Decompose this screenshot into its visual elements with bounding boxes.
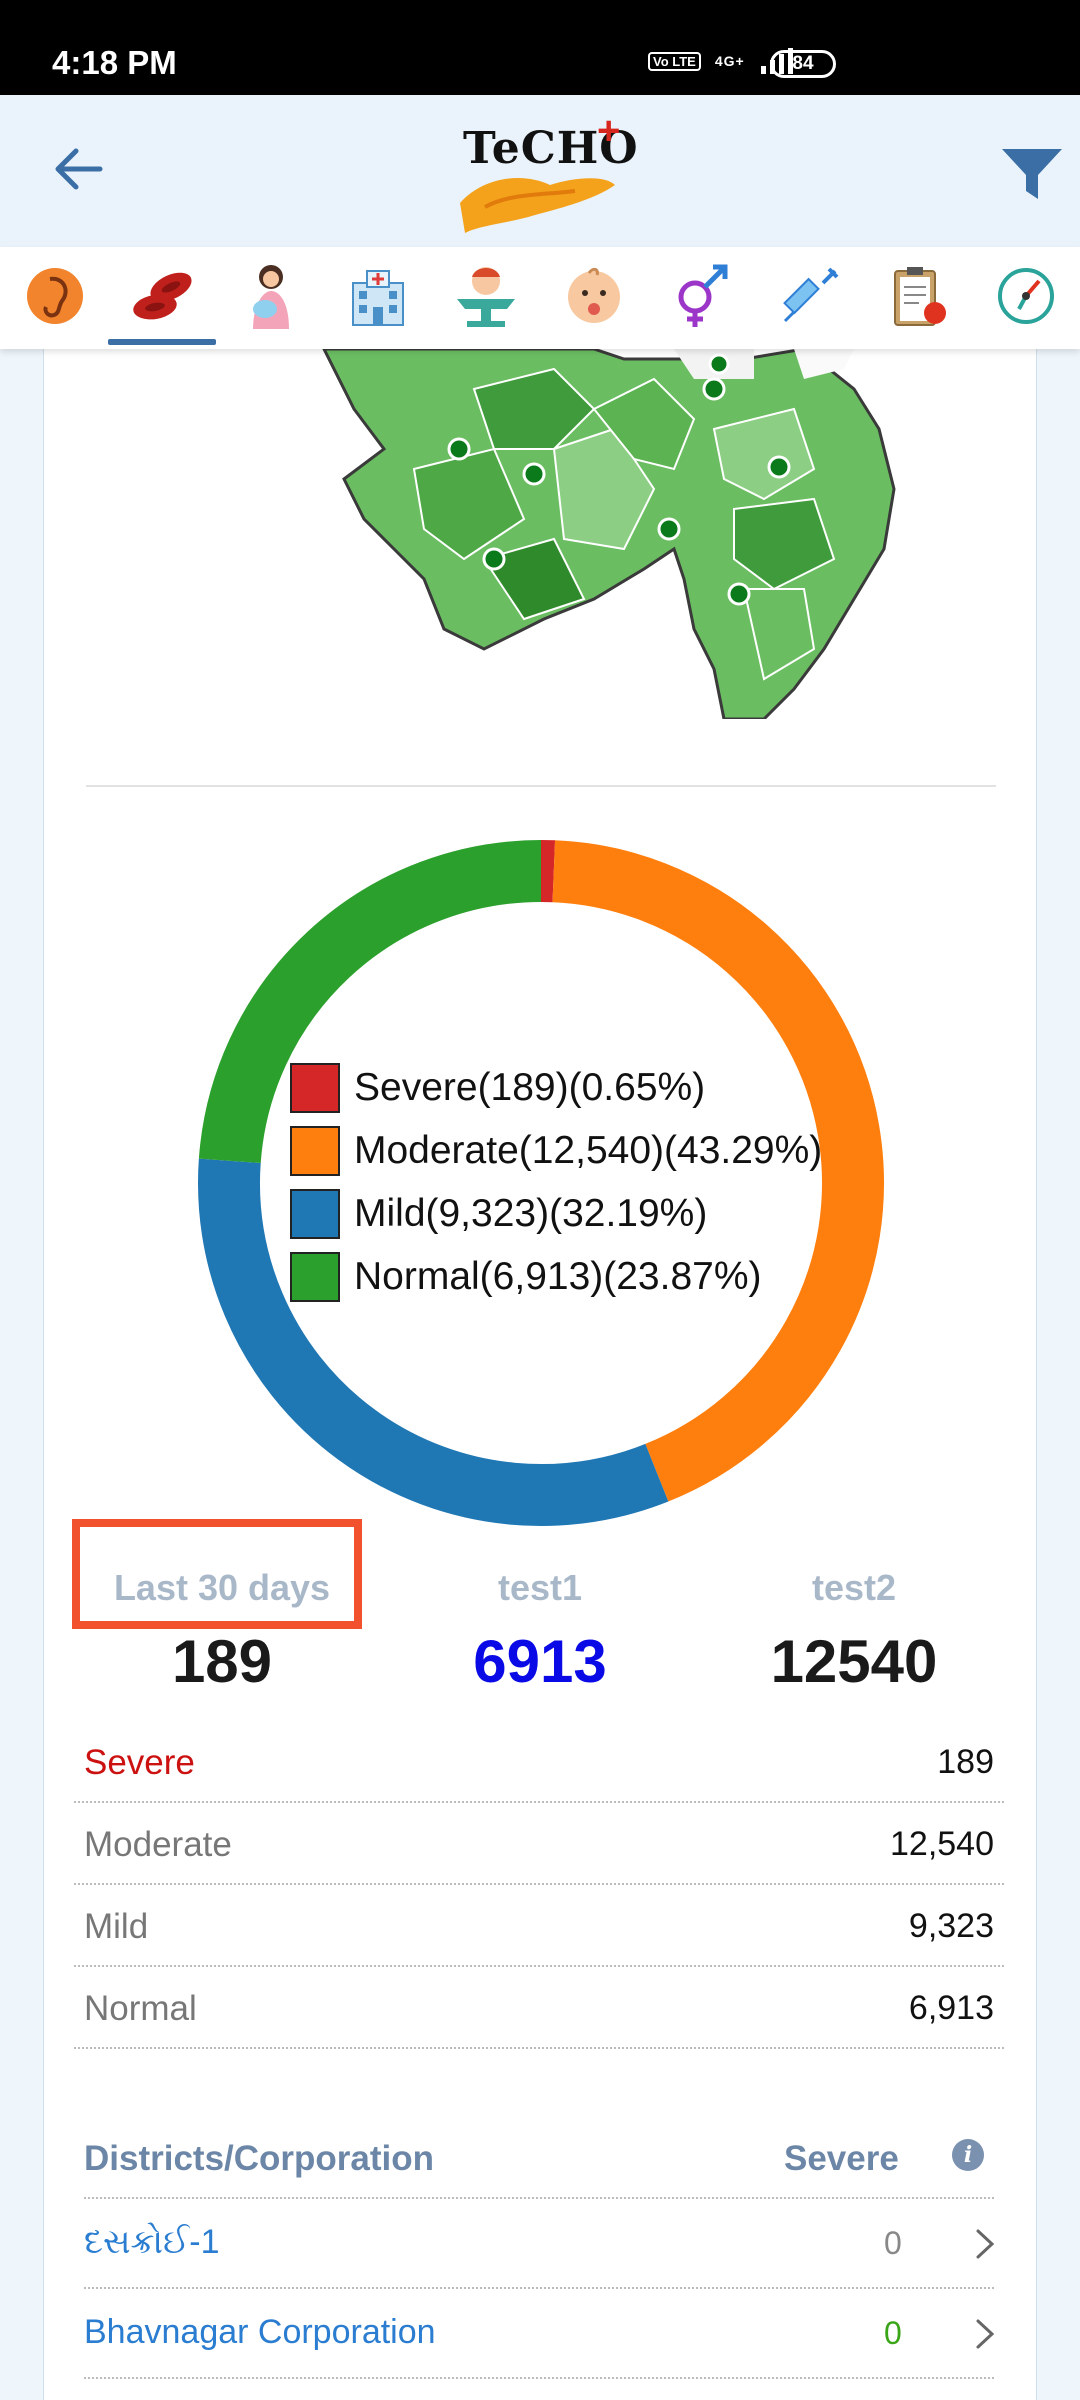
gujarat-district-map[interactable] [294, 349, 934, 719]
row-value: 189 [937, 1743, 994, 1781]
legend-item-normal: Normal(6,913)(23.87%) [290, 1245, 822, 1308]
legend-label-moderate: Moderate(12,540)(43.29%) [354, 1128, 823, 1172]
row-value: 9,323 [908, 1907, 994, 1945]
mother-baby-icon[interactable] [235, 261, 305, 331]
stat-last-30-days[interactable]: Last 30 days 189 [72, 1567, 372, 1696]
chevron-right-icon[interactable] [974, 2317, 996, 2351]
legend-swatch-normal [290, 1251, 340, 1302]
table-row-normal[interactable]: Normal 6,913 [74, 1967, 1004, 2049]
stat-label: Last 30 days [113, 1567, 331, 1608]
status-time: 4:18 PM [52, 44, 177, 81]
legend-item-moderate: Moderate(12,540)(43.29%) [290, 1119, 822, 1182]
district-severe-count: 0 [884, 2225, 902, 2261]
district-severe-count: 0 [884, 2315, 902, 2351]
back-arrow-icon[interactable] [50, 145, 106, 193]
stat-label: test2 [811, 1567, 897, 1608]
legend-label-normal: Normal(6,913)(23.87%) [354, 1254, 762, 1298]
blood-cells-icon[interactable] [127, 261, 197, 331]
baby-scale-icon[interactable] [451, 261, 521, 331]
row-value: 6,913 [908, 1989, 994, 2027]
table-row-moderate[interactable]: Moderate 12,540 [74, 1803, 1004, 1885]
filter-icon[interactable] [1000, 145, 1064, 201]
row-value: 12,540 [890, 1825, 994, 1863]
legend-label-mild: Mild(9,323)(32.19%) [354, 1191, 708, 1235]
info-icon[interactable]: i [952, 2139, 984, 2171]
battery-icon: 84 [770, 50, 836, 78]
stat-test2[interactable]: test2 12540 [704, 1567, 1004, 1696]
severe-column-header[interactable]: Severe [784, 2139, 899, 2179]
section-divider [86, 785, 996, 787]
category-tab-bar [0, 247, 1080, 349]
row-label: Moderate [84, 1825, 232, 1864]
table-row-mild[interactable]: Mild 9,323 [74, 1885, 1004, 1967]
active-tab-indicator [108, 339, 216, 345]
row-label: Severe [84, 1743, 195, 1782]
clipboard-icon[interactable] [883, 261, 953, 331]
stat-value: 189 [171, 1628, 273, 1695]
legend-label-severe: Severe(189)(0.65%) [354, 1065, 706, 1109]
network-type: 4G+ [714, 53, 745, 69]
status-bar: 4:18 PM Vo LTE 4G+ 84 [0, 0, 1080, 95]
district-row[interactable]: Bhavnagar Corporation 0 [84, 2289, 996, 2379]
row-label: Normal [84, 1989, 197, 2028]
chevron-right-icon[interactable] [974, 2227, 996, 2261]
legend-item-severe: Severe(189)(0.65%) [290, 1056, 822, 1119]
logo-plus: + [597, 109, 621, 153]
baby-face-icon[interactable] [559, 261, 629, 331]
hospital-icon[interactable] [343, 261, 413, 331]
district-name[interactable]: દસક્રોઈ-1 [84, 2223, 220, 2262]
ear-icon[interactable] [20, 261, 90, 331]
stat-value: 6913 [473, 1628, 607, 1695]
districts-header: Districts/Corporation Severe i [84, 2129, 994, 2199]
district-row[interactable]: દસક્રોઈ-1 0 [84, 2199, 996, 2289]
stat-label: test1 [497, 1567, 583, 1608]
app-bar: TeCHO + [0, 95, 1080, 247]
legend-swatch-moderate [290, 1125, 340, 1176]
dashboard-card: Severe(189)(0.65%) Moderate(12,540)(43.2… [43, 349, 1037, 2400]
volte-icon: Vo LTE [648, 51, 701, 71]
stat-test1[interactable]: test1 6913 [390, 1567, 690, 1696]
legend-swatch-mild [290, 1188, 340, 1239]
chart-legend: Severe(189)(0.65%) Moderate(12,540)(43.2… [290, 1056, 822, 1308]
compass-icon[interactable] [991, 261, 1061, 331]
districts-title: Districts/Corporation [84, 2139, 435, 2178]
district-name[interactable]: Bhavnagar Corporation [84, 2313, 436, 2352]
table-row-severe[interactable]: Severe 189 [74, 1721, 1004, 1803]
legend-swatch-severe [290, 1062, 340, 1113]
techo-logo: TeCHO + [455, 109, 638, 235]
stat-value: 12540 [770, 1628, 938, 1695]
legend-item-mild: Mild(9,323)(32.19%) [290, 1182, 822, 1245]
syringe-icon[interactable] [775, 261, 845, 331]
gender-icon[interactable] [667, 261, 737, 331]
row-label: Mild [84, 1907, 149, 1946]
